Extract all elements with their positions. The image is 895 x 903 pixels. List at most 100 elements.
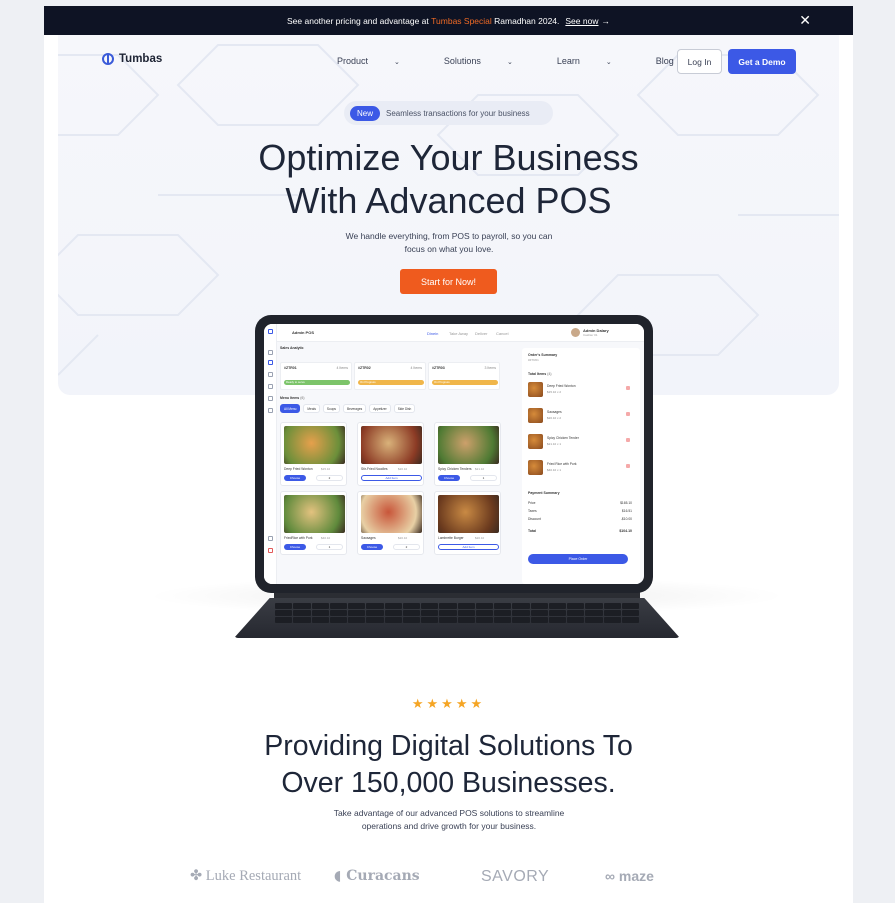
table-items: 3 Items xyxy=(484,366,496,370)
food-price: $21.10 xyxy=(475,467,485,471)
avatar[interactable] xyxy=(571,328,580,337)
add-item-button[interactable]: Add Item xyxy=(438,544,499,550)
nav-item-label: Solutions xyxy=(443,56,481,66)
food-price: $20.10 xyxy=(475,536,485,540)
order-item[interactable]: Spicy Chicken Tender $21.10 x 1 xyxy=(528,434,636,452)
order-id: #ZTR01 xyxy=(528,358,539,362)
nav-item-blog[interactable]: Blog xyxy=(656,56,674,66)
food-image xyxy=(284,495,345,533)
nav-item-solutions[interactable]: Solutions ⌄ xyxy=(444,56,535,66)
login-button[interactable]: Log In xyxy=(677,49,722,74)
menu-items-title: Menu Items (6) xyxy=(280,396,305,400)
category-tab[interactable]: All Menu xyxy=(280,404,301,413)
start-now-button[interactable]: Start for Now! xyxy=(400,269,497,294)
food-card[interactable]: Deep Fried Wonton $15.10 Choose 2 xyxy=(280,422,347,486)
tab-dinein[interactable]: Dinein xyxy=(427,331,438,336)
order-item[interactable]: Fried Rice with Pork $40.10 x 1 xyxy=(528,460,636,478)
category-tab[interactable]: Side Dish xyxy=(393,404,416,413)
key xyxy=(457,610,475,616)
key xyxy=(530,603,548,609)
quantity-value: 1 xyxy=(328,545,331,549)
payment-label: Price xyxy=(528,501,536,505)
logout-icon[interactable] xyxy=(268,548,273,553)
payment-label: Discount xyxy=(528,517,541,521)
gear-icon[interactable] xyxy=(268,536,273,541)
table-items: 4 Items xyxy=(410,366,422,370)
category-tab[interactable]: Meals xyxy=(303,404,320,413)
order-item[interactable]: Sausages $20.10 x 2 xyxy=(528,408,636,426)
category-tab[interactable]: Appetizer xyxy=(369,404,391,413)
trash-icon[interactable] xyxy=(626,438,630,442)
tag-icon[interactable] xyxy=(268,372,273,377)
food-card[interactable]: Lambrette Burger $20.10 Add Item xyxy=(434,491,501,555)
home-icon[interactable] xyxy=(268,350,273,355)
trash-icon[interactable] xyxy=(626,386,630,390)
tab-deliver[interactable]: Deliver xyxy=(475,331,487,336)
key xyxy=(585,610,603,616)
quantity-stepper[interactable]: 2 xyxy=(393,544,420,550)
food-image xyxy=(361,426,422,464)
key xyxy=(366,610,384,616)
choose-button[interactable]: Choose xyxy=(284,544,306,550)
key xyxy=(475,610,493,616)
status-badge: Ready to serve xyxy=(284,380,350,385)
brand-logo[interactable]: Tumbas xyxy=(102,53,162,65)
choose-button[interactable]: Choose xyxy=(438,475,460,481)
table-card[interactable]: #ZTR02 4 Items On Progress xyxy=(354,362,426,390)
food-name: FriedRice with Pork xyxy=(284,536,313,540)
table-id: #ZTR02 xyxy=(358,366,371,370)
table-card[interactable]: #ZTR01 4 Items Ready to serve xyxy=(280,362,352,390)
calendar-icon[interactable] xyxy=(268,360,273,365)
trash-icon[interactable] xyxy=(626,464,630,468)
hero-subtitle-line: focus on what you love. xyxy=(404,244,494,254)
table-card[interactable]: #ZTR03 3 Items On Progress xyxy=(428,362,500,390)
logo-text: Curacans xyxy=(346,868,420,884)
quantity-stepper[interactable]: 1 xyxy=(316,544,343,550)
food-card[interactable]: Spicy Chicken Tenders $21.10 Choose 1 xyxy=(434,422,501,486)
quantity-stepper[interactable]: 1 xyxy=(470,475,497,481)
order-item-name: Deep Fried Wonton xyxy=(547,384,576,388)
hero-title-line: Optimize Your Business xyxy=(258,137,639,178)
food-name: Lambrette Burger xyxy=(438,536,464,540)
category-tab[interactable]: Beverages xyxy=(342,404,367,413)
see-now-link[interactable]: See now xyxy=(565,16,598,26)
choose-button[interactable]: Choose xyxy=(361,544,383,550)
choose-button[interactable]: Choose xyxy=(284,475,306,481)
tab-cancel[interactable]: Cancel xyxy=(496,331,508,336)
tab-take-away[interactable]: Take Away xyxy=(449,331,468,336)
total-items-label: Total Items (4) xyxy=(528,372,551,376)
key xyxy=(439,617,457,623)
category-tab[interactable]: Soups xyxy=(322,404,340,413)
key xyxy=(329,610,347,616)
key xyxy=(402,603,420,609)
landing-page: See another pricing and advantage at Tum… xyxy=(44,6,853,903)
food-card[interactable]: Stir-Fried Noodles $20.10 Add Item xyxy=(357,422,424,486)
place-order-button[interactable]: Place Order xyxy=(528,554,628,564)
users-icon[interactable] xyxy=(268,384,273,389)
order-item-thumb xyxy=(528,460,543,475)
order-item[interactable]: Deep Fried Wonton $15.10 x 2 xyxy=(528,382,636,400)
payment-summary-title: Payment Summary xyxy=(528,491,560,495)
settings-icon[interactable] xyxy=(268,408,273,413)
nav-item-product[interactable]: Product ⌄ xyxy=(337,56,422,66)
food-card[interactable]: FriedRice with Pork $40.10 Choose 1 xyxy=(280,491,347,555)
total-label: Total xyxy=(528,529,537,533)
add-item-button[interactable]: Add Item xyxy=(361,475,422,481)
table-id: #ZTR01 xyxy=(284,366,297,370)
close-icon[interactable]: ✕ xyxy=(799,12,811,28)
food-card[interactable]: Sausages $20.10 Choose 2 xyxy=(357,491,424,555)
announcement-prefix: See another pricing and advantage at xyxy=(287,15,429,26)
key xyxy=(512,610,530,616)
key xyxy=(548,617,566,623)
key xyxy=(384,603,402,609)
nav-item-learn[interactable]: Learn ⌄ xyxy=(557,56,634,66)
user-role: Cashier 01 xyxy=(583,333,598,337)
trash-icon[interactable] xyxy=(626,412,630,416)
announcement-pill[interactable]: New Seamless transactions for your busin… xyxy=(344,101,553,125)
quantity-stepper[interactable]: 2 xyxy=(316,475,343,481)
table-id: #ZTR03 xyxy=(432,366,445,370)
get-demo-button[interactable]: Get a Demo xyxy=(728,49,796,74)
category-tabs: All Menu Meals Soups Beverages Appetizer… xyxy=(280,404,416,413)
chart-icon[interactable] xyxy=(268,396,273,401)
announcement-highlight: Tumbas Special xyxy=(431,15,492,26)
